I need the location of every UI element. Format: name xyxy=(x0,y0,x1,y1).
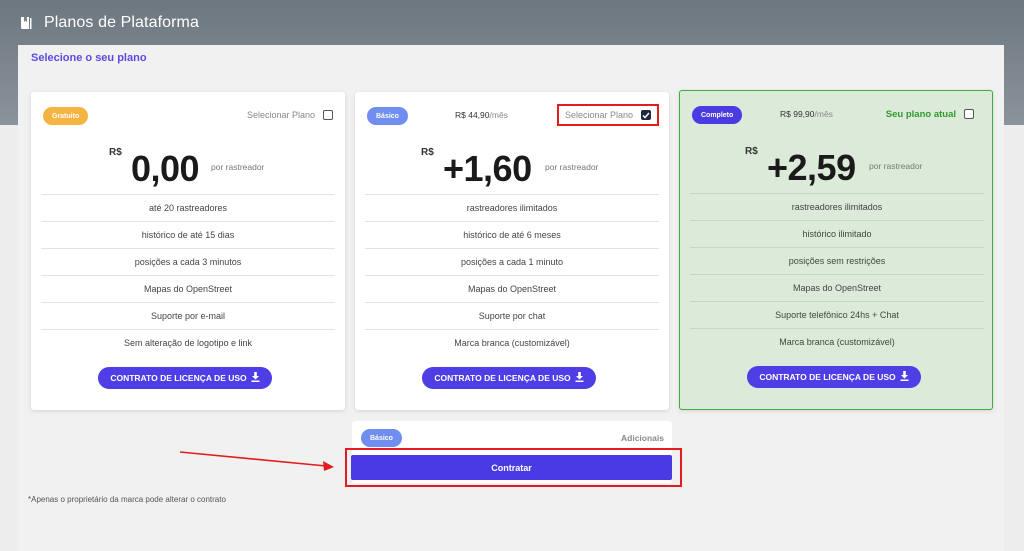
app-header: Planos de Plataforma xyxy=(0,0,1024,45)
select-plan-label: Selecionar Plano xyxy=(564,110,633,120)
price-block: R$ 0,00 por rastreador xyxy=(31,140,345,195)
feature-list: rastreadores ilimitados histórico ilimit… xyxy=(690,193,984,355)
feature-item: posições a cada 1 minuto xyxy=(365,248,659,275)
price-block: R$ +2,59 por rastreador xyxy=(680,139,992,194)
footnote: *Apenas o proprietário da marca pode alt… xyxy=(28,495,226,504)
contratar-button[interactable]: Contratar xyxy=(351,455,672,480)
plan-badge: Completo xyxy=(692,106,743,124)
feature-item: Mapas do OpenStreet xyxy=(41,275,335,302)
feature-item: Mapas do OpenStreet xyxy=(365,275,659,302)
card-header: Básico R$ 44,90/mês Selecionar Plano xyxy=(355,92,669,138)
feature-item: Marca branca (customizável) xyxy=(365,329,659,356)
plan-badge: Gratuito xyxy=(43,107,89,125)
page-title: Planos de Plataforma xyxy=(44,13,199,31)
monthly-price: R$ 44,90/mês xyxy=(455,110,508,120)
check-icon xyxy=(642,112,650,119)
select-plan-checkbox[interactable] xyxy=(964,109,974,119)
feature-item: Suporte por e-mail xyxy=(41,302,335,329)
license-agreement-button[interactable]: CONTRATO DE LICENÇA DE USO xyxy=(747,366,921,388)
select-plan-checkbox[interactable] xyxy=(323,110,333,120)
feature-item: Mapas do OpenStreet xyxy=(690,274,984,301)
book-icon xyxy=(20,16,32,30)
price-currency: R$ xyxy=(109,147,122,158)
feature-item: posições a cada 3 minutos xyxy=(41,248,335,275)
price-per-unit: por rastreador xyxy=(869,161,923,171)
current-plan-label: Seu plano atual xyxy=(885,108,956,120)
monthly-price: R$ 99,90/mês xyxy=(780,109,833,119)
license-agreement-button[interactable]: CONTRATO DE LICENÇA DE USO xyxy=(98,367,272,389)
extras-label: Adicionais xyxy=(621,433,664,443)
feature-item: até 20 rastreadores xyxy=(41,194,335,221)
price-currency: R$ xyxy=(421,147,434,158)
monthly-price-value: R$ 99,90 xyxy=(780,109,815,119)
feature-item: Sem alteração de logotipo e link xyxy=(41,329,335,356)
price-value: +2,59 xyxy=(767,147,856,188)
price-value: 0,00 xyxy=(131,148,200,189)
monthly-price-unit: /mês xyxy=(814,109,833,119)
download-icon xyxy=(900,371,909,383)
feature-item: histórico de até 15 dias xyxy=(41,221,335,248)
feature-item: Suporte por chat xyxy=(365,302,659,329)
price-per-unit: por rastreador xyxy=(545,162,599,172)
download-icon xyxy=(575,372,584,384)
panel-title: Selecione o seu plano xyxy=(31,52,147,64)
plan-card-basico: Básico R$ 44,90/mês Selecionar Plano R$ … xyxy=(355,92,669,410)
download-icon xyxy=(251,372,260,384)
feature-item: histórico de até 6 meses xyxy=(365,221,659,248)
feature-item: rastreadores ilimitados xyxy=(365,194,659,221)
license-agreement-button[interactable]: CONTRATO DE LICENÇA DE USO xyxy=(422,367,596,389)
feature-list: rastreadores ilimitados histórico de até… xyxy=(365,194,659,356)
card-header: Gratuito Selecionar Plano xyxy=(31,92,345,138)
feature-item: posições sem restrições xyxy=(690,247,984,274)
price-per-unit: por rastreador xyxy=(211,162,265,172)
plan-card-completo: Completo R$ 99,90/mês Seu plano atual R$… xyxy=(679,90,993,410)
feature-item: histórico ilimitado xyxy=(690,220,984,247)
plan-card-gratuito: Gratuito Selecionar Plano R$ 0,00 por ra… xyxy=(31,92,345,410)
price-value: +1,60 xyxy=(443,148,532,189)
license-button-label: CONTRATO DE LICENÇA DE USO xyxy=(434,373,571,383)
plan-badge: Básico xyxy=(367,107,408,125)
arrow-annotation xyxy=(179,451,334,471)
license-button-label: CONTRATO DE LICENÇA DE USO xyxy=(759,372,896,382)
select-plan-label: Selecionar Plano xyxy=(246,110,315,120)
current-plan-toggle[interactable]: Seu plano atual xyxy=(886,103,974,125)
feature-list: até 20 rastreadores histórico de até 15 … xyxy=(41,194,335,356)
card-header: Completo R$ 99,90/mês Seu plano atual xyxy=(680,91,992,137)
feature-item: rastreadores ilimitados xyxy=(690,193,984,220)
monthly-price-unit: /mês xyxy=(489,110,508,120)
price-currency: R$ xyxy=(745,146,758,157)
feature-item: Marca branca (customizável) xyxy=(690,328,984,355)
selected-plan-badge: Básico xyxy=(361,429,402,447)
select-plan-toggle[interactable]: Selecionar Plano xyxy=(247,104,333,126)
monthly-price-value: R$ 44,90 xyxy=(455,110,490,120)
license-button-label: CONTRATO DE LICENÇA DE USO xyxy=(110,373,247,383)
price-block: R$ +1,60 por rastreador xyxy=(355,140,669,195)
feature-item: Suporte telefônico 24hs + Chat xyxy=(690,301,984,328)
select-plan-toggle[interactable]: Selecionar Plano xyxy=(556,104,659,126)
select-plan-checkbox[interactable] xyxy=(641,110,651,120)
